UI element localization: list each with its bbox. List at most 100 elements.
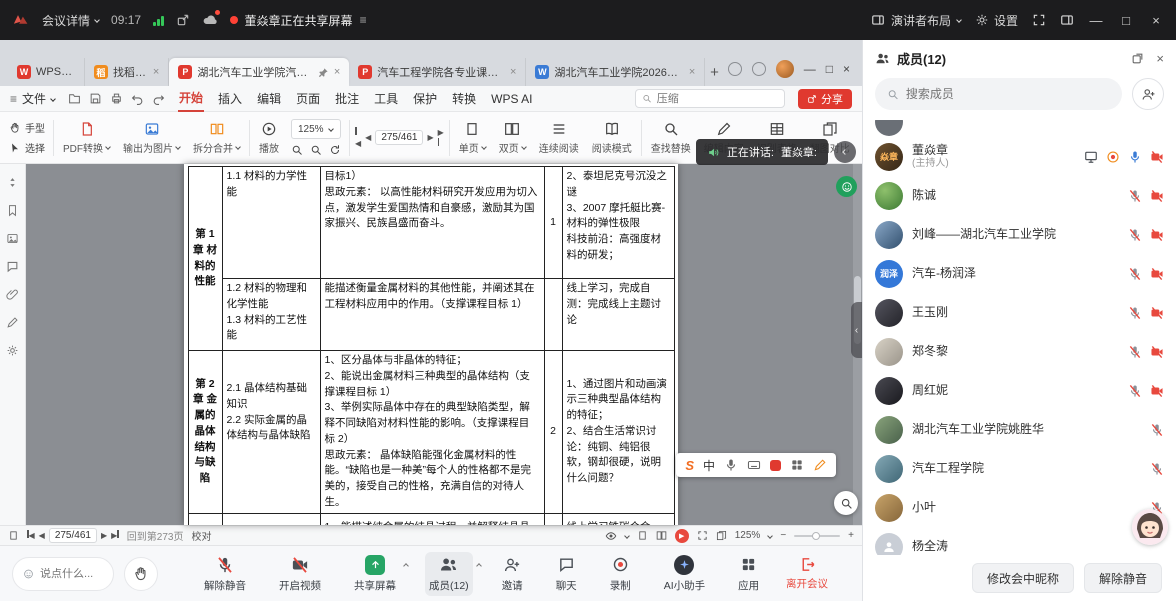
smiley-icon[interactable] [23,567,34,581]
badge-menu-icon[interactable]: ≡ [360,13,367,27]
wps-close-button[interactable]: × [843,62,850,76]
proofread-button[interactable]: 校对 [191,528,211,543]
sogou-logo-icon[interactable]: S [685,458,694,473]
fullscreen-icon[interactable] [697,530,708,541]
tab-document-active[interactable]: P湖北汽车工业学院汽车服务工程专× [169,58,349,86]
member-row[interactable]: 焱章 董焱章(主持人) [875,137,1164,176]
attachment-icon[interactable] [6,288,19,301]
member-row[interactable]: 郑冬黎 [875,332,1164,371]
export-image-button[interactable]: 输出为图片 [119,119,184,157]
member-row[interactable]: 王玉刚 [875,293,1164,332]
camera-off-icon[interactable] [1150,345,1164,359]
menu-page[interactable]: 页面 [295,86,321,111]
zoom-select[interactable]: 125% [291,119,341,139]
new-tab-button[interactable]: + [705,58,723,86]
first-page-button[interactable]: ◀ [355,127,361,149]
close-panel-button[interactable]: × [1156,51,1164,66]
meeting-details-button[interactable]: 会议详情 [42,12,99,29]
chat-button[interactable]: 聊天 [552,552,581,596]
member-search-input[interactable] [906,87,1110,101]
thumbnail-icon[interactable] [6,232,19,245]
member-row[interactable]: 周红妮 [875,371,1164,410]
members-list[interactable]: 焱章 董焱章(主持人) 陈诚 [863,120,1176,555]
undo-icon[interactable] [131,92,144,105]
leave-meeting-button[interactable]: 离开会议 [786,556,828,591]
file-menu[interactable]: ≡文件 [10,90,55,107]
prev-page-button[interactable]: ◀ [365,133,371,142]
mic-off-icon[interactable] [1150,423,1164,437]
toast-collapse-button[interactable] [834,141,856,163]
share-screen-button[interactable]: 共享屏幕 [350,552,400,596]
invite-button[interactable]: 邀请 [498,552,527,596]
first-page-button[interactable]: ◀ [27,530,35,541]
presentation-play-button[interactable]: ▶ [675,529,689,543]
menu-insert[interactable]: 插入 [217,86,243,111]
share-button[interactable]: 分享 [798,89,852,109]
ai-assistant-button[interactable]: AI小助手 [660,552,709,596]
split-merge-button[interactable]: 拆分合并 [189,119,244,157]
wps-assistant-button[interactable] [836,176,857,197]
menu-start[interactable]: 开始 [178,85,204,112]
raise-hand-button[interactable] [124,557,158,591]
fullscreen-icon[interactable] [1032,13,1046,27]
mic-off-icon[interactable] [1128,306,1142,320]
find-replace-button[interactable]: 查找替换 [647,119,695,157]
zoom-in-icon[interactable] [291,144,303,156]
camera-off-icon[interactable] [1150,189,1164,203]
layout-double-icon[interactable] [656,530,667,541]
skin-brush-icon[interactable] [813,458,827,472]
camera-off-icon[interactable] [1150,228,1164,242]
save-icon[interactable] [89,92,102,105]
member-row[interactable]: 小叶 [875,488,1164,527]
start-video-button[interactable]: 开启视频 [275,552,325,596]
zoom-level[interactable]: 125% [735,530,761,541]
pin-icon[interactable] [318,67,329,78]
navigation-icon[interactable] [6,176,19,189]
last-page-button[interactable]: ▶ [438,127,444,149]
close-button[interactable]: × [1148,13,1164,28]
open-icon[interactable] [68,92,81,105]
add-member-button[interactable] [1132,78,1164,110]
menu-edit[interactable]: 编辑 [256,86,282,111]
last-page-button[interactable]: ▶ [111,530,119,541]
camera-off-icon[interactable] [1150,150,1164,164]
tab-document-2[interactable]: P汽车工程学院各专业课程体系汇总报× [349,58,526,86]
quick-chat-input[interactable] [40,568,103,580]
camera-off-icon[interactable] [1150,306,1164,320]
unmute-all-button[interactable]: 解除静音 [1084,563,1162,593]
assistant-avatar[interactable] [1132,509,1168,545]
single-page-button[interactable]: 单页 [455,119,490,157]
zoom-in-button[interactable]: + [848,530,854,541]
comment-icon[interactable] [6,260,19,273]
hand-tool-button[interactable]: 手型 [9,120,45,135]
quick-chat-box[interactable] [12,557,114,591]
wps-maximize-button[interactable]: □ [826,62,833,76]
double-page-button[interactable]: 双页 [495,119,530,157]
apps-button[interactable]: 应用 [734,552,763,596]
select-tool-button[interactable]: 选择 [9,140,45,155]
menu-convert[interactable]: 转换 [451,86,477,111]
view-options-icon[interactable] [605,530,617,542]
member-row[interactable]: 汽车工程学院 [875,449,1164,488]
layout-switcher-button[interactable]: 演讲者布局 [871,12,961,29]
next-page-button[interactable]: ▶ [101,531,107,540]
member-row[interactable]: 刘峰——湖北汽车工业学院 [875,215,1164,254]
recording-icon[interactable] [1106,150,1120,164]
settings-icon[interactable] [6,344,19,357]
language-toggle[interactable]: 中 [703,457,715,474]
panel-collapse-handle[interactable]: ‹ [851,302,862,358]
tab-docer-templates[interactable]: 稻找稻壳模板× [85,58,169,86]
wps-search-box[interactable] [635,89,785,108]
tab-wps-home[interactable]: WWPS Office [8,58,85,86]
annotate-icon[interactable] [6,316,19,329]
settings-button[interactable]: 设置 [975,12,1018,29]
members-button[interactable]: 成员(12) [425,552,473,596]
page-layout-icon[interactable] [8,530,19,541]
magnifier-float-button[interactable] [834,491,858,515]
keyboard-icon[interactable] [747,458,761,472]
unmute-button[interactable]: 解除静音 [200,552,250,596]
fit-page-icon[interactable] [716,530,727,541]
read-mode-button[interactable]: 阅读模式 [588,119,636,157]
zoom-out-button[interactable]: − [780,530,786,541]
redpacket-icon[interactable] [770,460,781,471]
